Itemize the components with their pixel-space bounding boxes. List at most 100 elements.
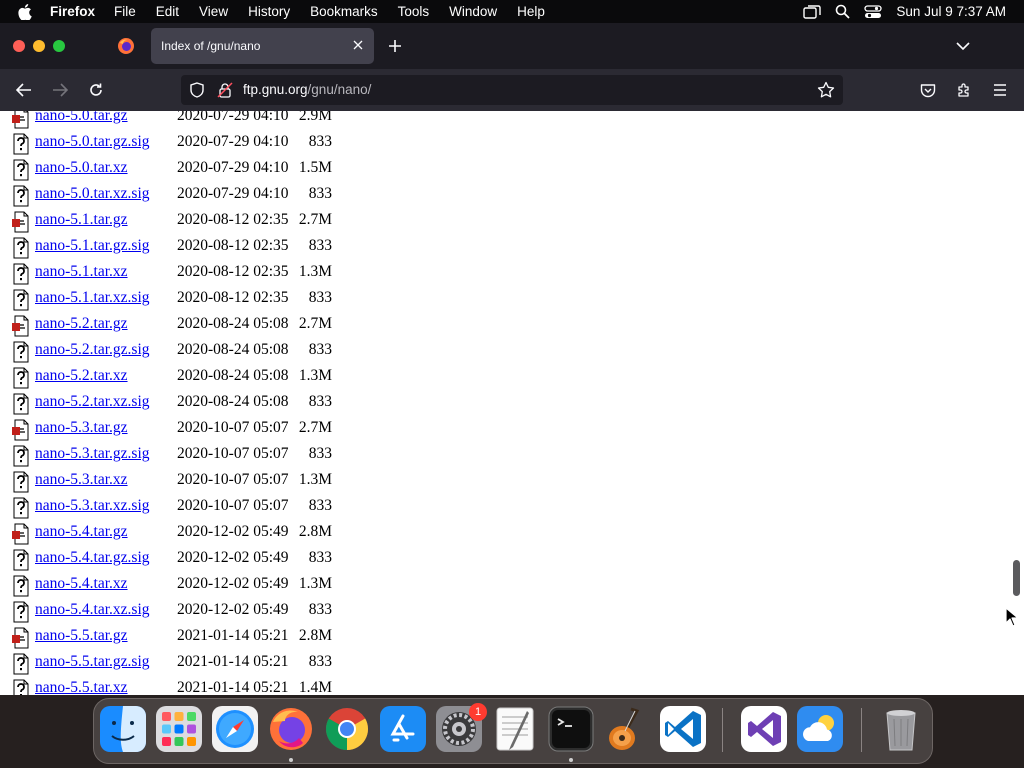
- url-text[interactable]: ftp.gnu.org/gnu/nano/: [243, 82, 371, 97]
- menu-bookmarks[interactable]: Bookmarks: [310, 4, 378, 19]
- menu-tools[interactable]: Tools: [398, 4, 430, 19]
- file-link[interactable]: nano-5.3.tar.gz.sig: [35, 445, 150, 463]
- listing-row: nano-5.2.tar.gz.sig 2020-08-24 05:08 833: [0, 338, 360, 364]
- file-link[interactable]: nano-5.3.tar.xz.sig: [35, 497, 150, 515]
- tab-close-icon[interactable]: [350, 37, 366, 53]
- listing-row: nano-5.5.tar.gz.sig 2021-01-14 05:21 833: [0, 650, 360, 676]
- bookmark-star-icon[interactable]: [817, 81, 835, 99]
- visual-studio-icon[interactable]: [740, 705, 788, 753]
- tab-index-gnu-nano[interactable]: Index of /gnu/nano: [151, 28, 374, 64]
- tracking-protection-shield-icon[interactable]: [189, 82, 205, 98]
- file-link[interactable]: nano-5.5.tar.gz.sig: [35, 653, 150, 671]
- address-bar[interactable]: ftp.gnu.org/gnu/nano/: [181, 75, 843, 105]
- file-date: 2020-10-07 05:07: [177, 419, 289, 436]
- archive-file-icon: [11, 419, 31, 441]
- vscode-icon[interactable]: [659, 705, 707, 753]
- apple-menu-icon[interactable]: [18, 3, 36, 20]
- file-link[interactable]: nano-5.0.tar.gz: [35, 111, 128, 125]
- chrome-icon[interactable]: [323, 705, 371, 753]
- tab-title: Index of /gnu/nano: [161, 39, 261, 53]
- unknown-file-icon: [11, 367, 31, 389]
- file-link[interactable]: nano-5.0.tar.gz.sig: [35, 133, 150, 151]
- insecure-lock-icon[interactable]: [217, 82, 233, 98]
- file-link[interactable]: nano-5.4.tar.gz: [35, 523, 128, 541]
- menu-view[interactable]: View: [199, 4, 228, 19]
- pocket-icon[interactable]: [917, 79, 939, 101]
- file-link[interactable]: nano-5.1.tar.xz.sig: [35, 289, 150, 307]
- file-size: 833: [308, 601, 332, 618]
- list-all-tabs-icon[interactable]: [954, 37, 972, 55]
- tab-strip: Index of /gnu/nano: [0, 23, 1024, 69]
- extensions-puzzle-icon[interactable]: [953, 79, 975, 101]
- file-size: 833: [308, 393, 332, 410]
- file-link[interactable]: nano-5.2.tar.gz: [35, 315, 128, 333]
- file-link[interactable]: nano-5.1.tar.gz.sig: [35, 237, 150, 255]
- window-zoom-button[interactable]: [53, 40, 65, 52]
- file-link[interactable]: nano-5.2.tar.gz.sig: [35, 341, 150, 359]
- file-link[interactable]: nano-5.3.tar.gz: [35, 419, 128, 437]
- control-center-icon[interactable]: [864, 4, 883, 19]
- unknown-file-icon: [11, 289, 31, 311]
- menu-window[interactable]: Window: [449, 4, 497, 19]
- reload-icon[interactable]: [85, 79, 107, 101]
- menu-bar: Firefox File Edit View History Bookmarks…: [0, 0, 1024, 23]
- menu-app-name[interactable]: Firefox: [50, 4, 95, 19]
- trash-icon[interactable]: [877, 705, 925, 753]
- spotlight-search-icon[interactable]: [835, 4, 851, 19]
- firefox-icon[interactable]: [267, 705, 315, 753]
- file-date: 2021-01-14 05:21: [177, 627, 289, 644]
- file-link[interactable]: nano-5.3.tar.xz: [35, 471, 128, 489]
- file-link[interactable]: nano-5.4.tar.xz.sig: [35, 601, 150, 619]
- file-link[interactable]: nano-5.0.tar.xz.sig: [35, 185, 150, 203]
- listing-row: nano-5.0.tar.gz 2020-07-29 04:10 2.9M: [0, 111, 360, 130]
- firefox-view-tab-icon[interactable]: [112, 31, 140, 61]
- terminal-icon[interactable]: [547, 705, 595, 753]
- weather-icon[interactable]: [796, 705, 844, 753]
- menu-edit[interactable]: Edit: [156, 4, 179, 19]
- file-link[interactable]: nano-5.4.tar.gz.sig: [35, 549, 150, 567]
- listing-row: nano-5.0.tar.gz.sig 2020-07-29 04:10 833: [0, 130, 360, 156]
- listing-row: nano-5.3.tar.xz 2020-10-07 05:07 1.3M: [0, 468, 360, 494]
- file-date: 2020-08-24 05:08: [177, 393, 289, 410]
- file-link[interactable]: nano-5.5.tar.gz: [35, 627, 128, 645]
- file-size: 833: [308, 289, 332, 306]
- file-date: 2020-07-29 04:10: [177, 111, 289, 124]
- file-size: 833: [308, 185, 332, 202]
- launchpad-icon[interactable]: [155, 705, 203, 753]
- file-link[interactable]: nano-5.1.tar.xz: [35, 263, 128, 281]
- hamburger-menu-icon[interactable]: [989, 79, 1011, 101]
- file-link[interactable]: nano-5.2.tar.xz.sig: [35, 393, 150, 411]
- menu-file[interactable]: File: [114, 4, 136, 19]
- file-link[interactable]: nano-5.1.tar.gz: [35, 211, 128, 229]
- file-size: 2.8M: [298, 627, 332, 644]
- listing-row: nano-5.4.tar.gz 2020-12-02 05:49 2.8M: [0, 520, 360, 546]
- app-store-icon[interactable]: [379, 705, 427, 753]
- back-arrow-icon[interactable]: [13, 79, 35, 101]
- listing-row: nano-5.5.tar.gz 2021-01-14 05:21 2.8M: [0, 624, 360, 650]
- safari-icon[interactable]: [211, 705, 259, 753]
- window-close-button[interactable]: [13, 40, 25, 52]
- file-date: 2020-12-02 05:49: [177, 549, 289, 566]
- textedit-icon[interactable]: [491, 705, 539, 753]
- forward-arrow-icon[interactable]: [49, 79, 71, 101]
- page-content: nano-5.0.tar.gz 2020-07-29 04:10 2.9M nano-…: [0, 111, 1024, 695]
- file-date: 2021-01-14 05:21: [177, 679, 289, 695]
- file-link[interactable]: nano-5.2.tar.xz: [35, 367, 128, 385]
- menubar-clock[interactable]: Sun Jul 9 7:37 AM: [896, 4, 1006, 19]
- archive-file-icon: [11, 523, 31, 545]
- listing-row: nano-5.3.tar.gz.sig 2020-10-07 05:07 833: [0, 442, 360, 468]
- menu-help[interactable]: Help: [517, 4, 545, 19]
- window-minimize-button[interactable]: [33, 40, 45, 52]
- menu-history[interactable]: History: [248, 4, 290, 19]
- screen-mirroring-icon[interactable]: [803, 4, 822, 19]
- file-link[interactable]: nano-5.5.tar.xz: [35, 679, 128, 695]
- vertical-scrollbar-thumb[interactable]: [1013, 560, 1020, 596]
- new-tab-icon[interactable]: [386, 37, 404, 55]
- file-link[interactable]: nano-5.4.tar.xz: [35, 575, 128, 593]
- navigation-toolbar: ftp.gnu.org/gnu/nano/: [0, 69, 1024, 112]
- garageband-icon[interactable]: [603, 705, 651, 753]
- finder-icon[interactable]: [99, 705, 147, 753]
- file-size: 1.3M: [298, 367, 332, 384]
- file-link[interactable]: nano-5.0.tar.xz: [35, 159, 128, 177]
- file-date: 2020-07-29 04:10: [177, 133, 289, 150]
